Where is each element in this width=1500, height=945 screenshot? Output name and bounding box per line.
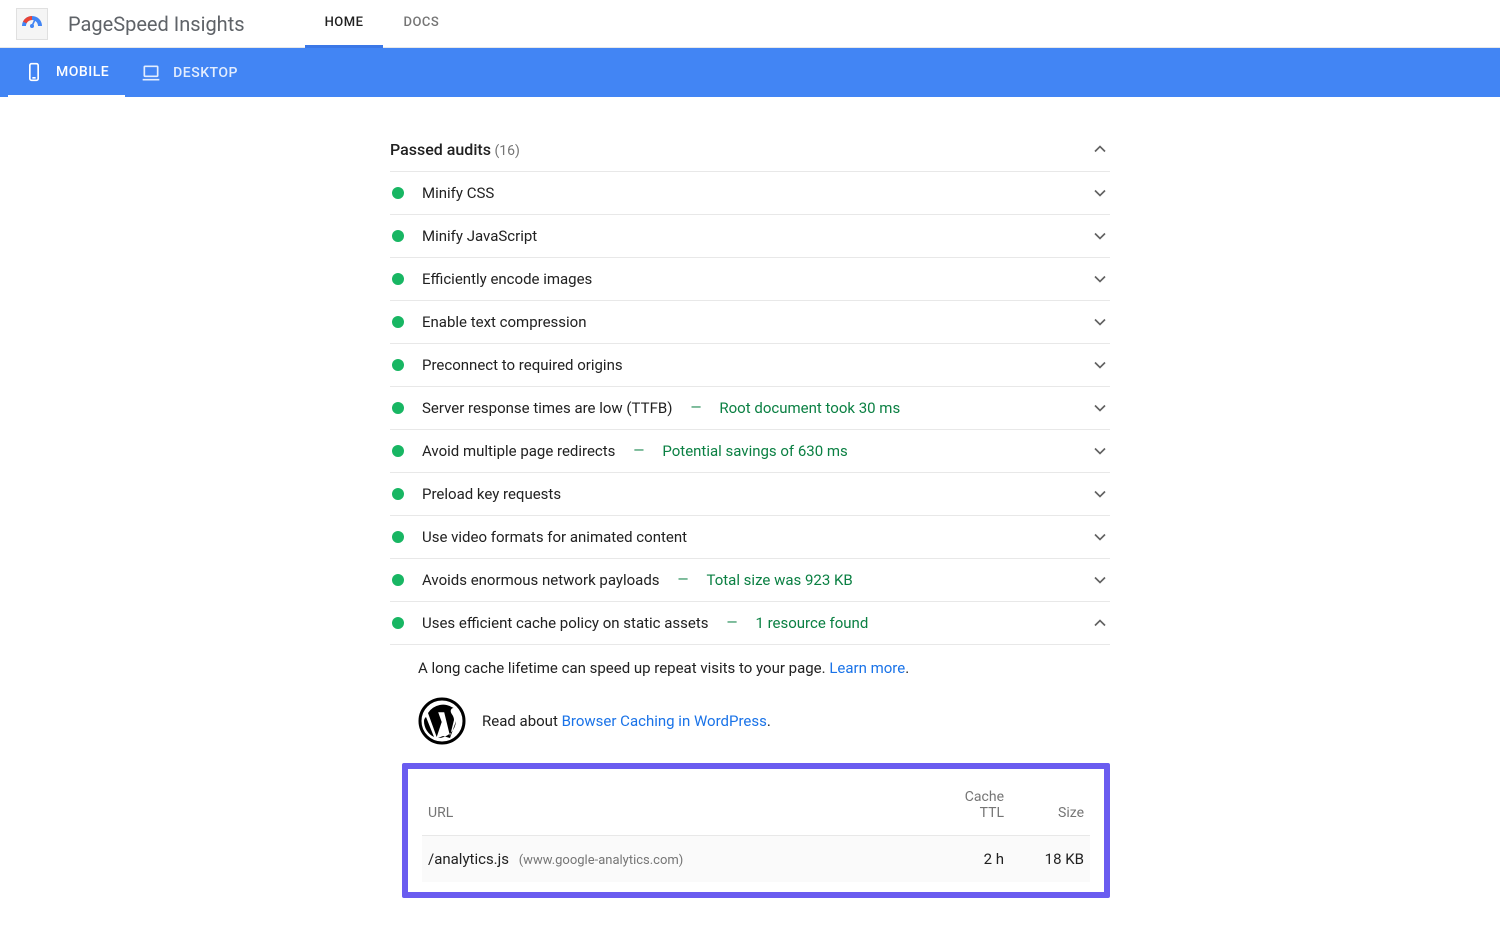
chevron-up-icon: [1090, 139, 1110, 159]
audit-title: Minify CSS: [422, 184, 494, 202]
description-suffix: .: [905, 659, 909, 677]
col-size: Size: [1010, 779, 1090, 836]
cache-ttl-value: 2 h: [940, 836, 1010, 883]
audit-title: Server response times are low (TTFB): [422, 399, 672, 417]
topbar: PageSpeed Insights HOME DOCS: [0, 0, 1500, 48]
audit-title: Enable text compression: [422, 313, 587, 331]
cache-table: URL Cache TTL Size /analytics.js (www.go…: [422, 779, 1090, 882]
status-dot-pass: [392, 187, 404, 199]
resource-path: /analytics.js: [428, 850, 509, 868]
laptop-icon: [141, 63, 161, 83]
audit-row[interactable]: Avoids enormous network payloads — Total s…: [390, 559, 1110, 602]
section-count: (16): [494, 143, 519, 159]
gauge-icon: [20, 12, 44, 36]
status-dot-pass: [392, 531, 404, 543]
audit-note: Total size was 923 KB: [706, 571, 852, 589]
audit-note: 1 resource found: [755, 614, 868, 632]
audit-title: Use video formats for animated content: [422, 528, 687, 546]
top-tabs: HOME DOCS: [305, 0, 460, 48]
wp-prefix: Read about: [482, 712, 562, 730]
resource-host: (www.google-analytics.com): [519, 853, 684, 868]
audit-title: Preload key requests: [422, 485, 561, 503]
audit-title: Preconnect to required origins: [422, 356, 623, 374]
audit-row[interactable]: Avoid multiple page redirects — Potential …: [390, 430, 1110, 473]
chevron-up-icon: [1090, 613, 1110, 633]
app-logo: [16, 8, 48, 40]
status-dot-pass: [392, 617, 404, 629]
audit-row[interactable]: Minify CSS: [390, 172, 1110, 215]
wordpress-hint: Read about Browser Caching in WordPress.: [390, 691, 1110, 763]
chevron-down-icon: [1090, 527, 1110, 547]
audit-description: A long cache lifetime can speed up repea…: [390, 645, 1110, 691]
chevron-down-icon: [1090, 269, 1110, 289]
wordpress-hint-text: Read about Browser Caching in WordPress.: [482, 712, 771, 730]
main-content: Passed audits (16) Minify CSS Minify Java…: [390, 127, 1110, 898]
size-value: 18 KB: [1010, 836, 1090, 883]
audit-row[interactable]: Enable text compression: [390, 301, 1110, 344]
cache-table-highlight: URL Cache TTL Size /analytics.js (www.go…: [402, 763, 1110, 898]
app-title: PageSpeed Insights: [68, 12, 245, 36]
status-dot-pass: [392, 402, 404, 414]
audit-title: Minify JavaScript: [422, 227, 537, 245]
status-dot-pass: [392, 574, 404, 586]
status-dot-pass: [392, 273, 404, 285]
status-dot-pass: [392, 230, 404, 242]
chevron-down-icon: [1090, 398, 1110, 418]
section-title: Passed audits: [390, 140, 491, 159]
description-text: A long cache lifetime can speed up repea…: [418, 659, 829, 677]
audit-note: Potential savings of 630 ms: [662, 442, 847, 460]
audit-title: Avoids enormous network payloads: [422, 571, 660, 589]
device-tab-label: DESKTOP: [173, 65, 238, 81]
col-cache-ttl: Cache TTL: [940, 779, 1010, 836]
audit-row[interactable]: Server response times are low (TTFB) — Roo…: [390, 387, 1110, 430]
device-tab-desktop[interactable]: DESKTOP: [125, 48, 254, 97]
audit-note: Root document took 30 ms: [719, 399, 900, 417]
chevron-down-icon: [1090, 355, 1110, 375]
chevron-down-icon: [1090, 484, 1110, 504]
chevron-down-icon: [1090, 183, 1110, 203]
audit-row[interactable]: Uses efficient cache policy on static as…: [390, 602, 1110, 645]
audit-row[interactable]: Preconnect to required origins: [390, 344, 1110, 387]
audit-row[interactable]: Preload key requests: [390, 473, 1110, 516]
chevron-down-icon: [1090, 441, 1110, 461]
dash-separator: —: [678, 572, 689, 588]
chevron-down-icon: [1090, 226, 1110, 246]
wp-suffix: .: [767, 712, 771, 730]
chevron-down-icon: [1090, 570, 1110, 590]
audit-title: Uses efficient cache policy on static as…: [422, 614, 709, 632]
dash-separator: —: [633, 443, 644, 459]
audit-title: Avoid multiple page redirects: [422, 442, 615, 460]
passed-audits-header[interactable]: Passed audits (16): [390, 127, 1110, 172]
status-dot-pass: [392, 359, 404, 371]
device-tab-bar: MOBILE DESKTOP: [0, 48, 1500, 97]
audit-row[interactable]: Efficiently encode images: [390, 258, 1110, 301]
table-row: /analytics.js (www.google-analytics.com)…: [422, 836, 1090, 883]
device-tab-mobile[interactable]: MOBILE: [8, 48, 125, 98]
status-dot-pass: [392, 316, 404, 328]
status-dot-pass: [392, 488, 404, 500]
col-url: URL: [422, 779, 940, 836]
learn-more-link[interactable]: Learn more: [829, 659, 905, 677]
wordpress-icon: [418, 697, 466, 745]
phone-icon: [24, 62, 44, 82]
chevron-down-icon: [1090, 312, 1110, 332]
audit-title: Efficiently encode images: [422, 270, 592, 288]
tab-docs[interactable]: DOCS: [383, 0, 459, 48]
device-tab-label: MOBILE: [56, 64, 109, 80]
status-dot-pass: [392, 445, 404, 457]
tab-home[interactable]: HOME: [305, 0, 384, 48]
dash-separator: —: [727, 615, 738, 631]
wordpress-caching-link[interactable]: Browser Caching in WordPress: [562, 712, 767, 730]
audit-row[interactable]: Minify JavaScript: [390, 215, 1110, 258]
dash-separator: —: [690, 400, 701, 416]
audit-row[interactable]: Use video formats for animated content: [390, 516, 1110, 559]
